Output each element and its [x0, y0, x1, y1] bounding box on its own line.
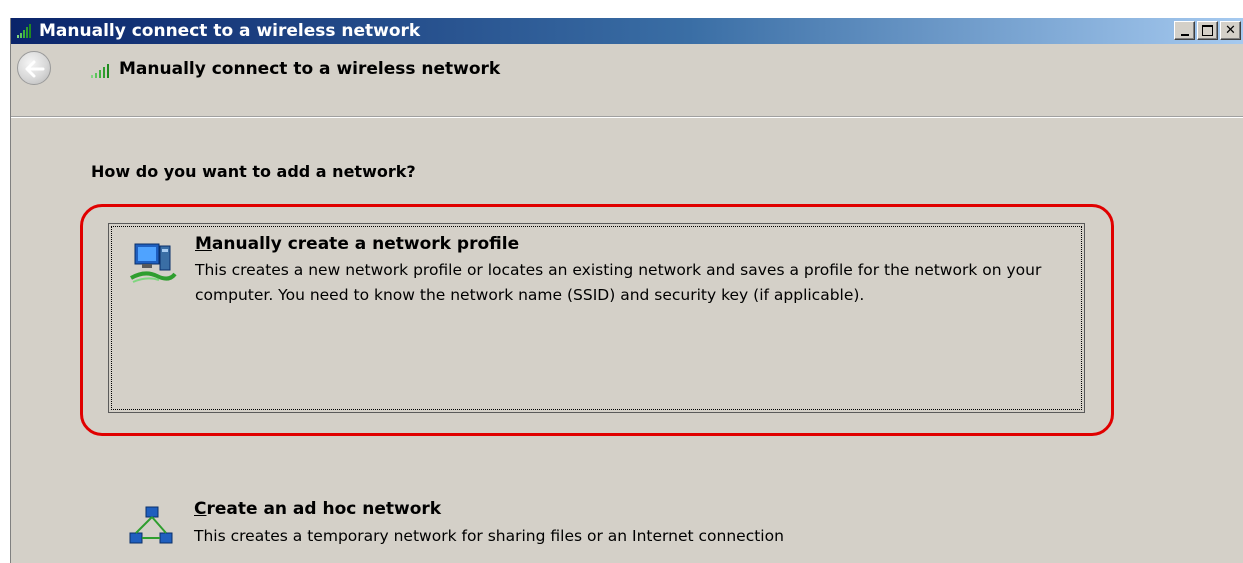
option-title-text: anually create a network profile: [211, 234, 520, 254]
back-arrow-icon: [25, 60, 45, 78]
maximize-button[interactable]: [1197, 21, 1218, 40]
minimize-button[interactable]: [1174, 21, 1195, 40]
maximize-icon: [1202, 25, 1213, 36]
accelerator-key: C: [194, 499, 207, 519]
option-ad-hoc-network[interactable]: Create an ad hoc network This creates a …: [108, 490, 1085, 563]
network-profile-icon: [130, 243, 177, 283]
wizard-window: Manually connect to a wireless network ✕…: [10, 18, 1243, 563]
option-title-text: reate an ad hoc network: [206, 499, 442, 519]
page-title: Manually connect to a wireless network: [119, 59, 501, 79]
ad-hoc-network-icon: [129, 506, 173, 544]
window-title: Manually connect to a wireless network: [39, 21, 421, 41]
wireless-signal-icon: [17, 24, 31, 38]
instruction-heading: How do you want to add a network?: [91, 162, 416, 181]
header-divider: [11, 116, 1243, 118]
option-description: This creates a new network profile or lo…: [195, 261, 1042, 304]
close-button[interactable]: ✕: [1220, 21, 1241, 40]
wireless-signal-icon: [91, 64, 109, 78]
accelerator-key: M: [195, 234, 212, 254]
option-description: This creates a temporary network for sha…: [194, 527, 784, 545]
wizard-header: Manually connect to a wireless network: [11, 44, 1243, 110]
back-button[interactable]: [17, 51, 51, 85]
title-bar[interactable]: Manually connect to a wireless network ✕: [11, 18, 1243, 44]
minimize-icon: [1180, 33, 1189, 36]
option-title: Manually create a network profile: [195, 234, 519, 254]
close-icon: ✕: [1225, 23, 1236, 38]
option-manual-profile[interactable]: Manually create a network profile This c…: [108, 223, 1085, 413]
option-title: Create an ad hoc network: [194, 499, 441, 519]
window-controls: ✕: [1174, 21, 1241, 41]
